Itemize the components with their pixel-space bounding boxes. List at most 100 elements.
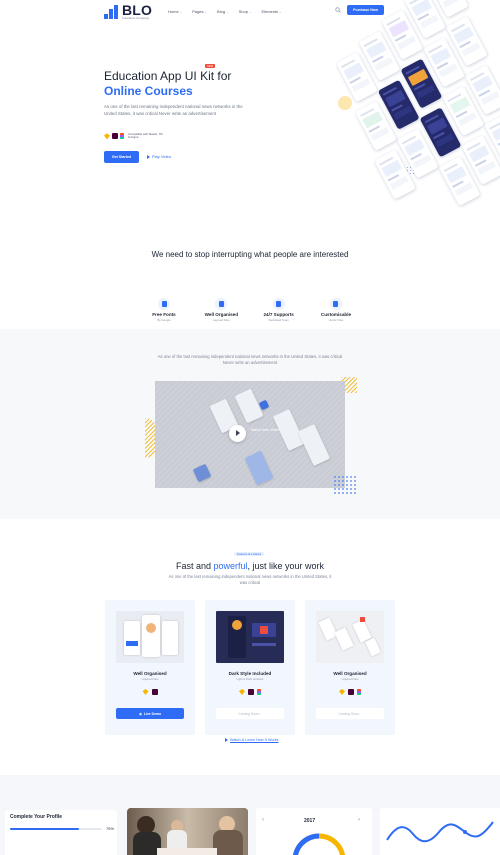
features-badge: Features at a Glance xyxy=(234,552,265,557)
title-pre: Fast and xyxy=(175,561,214,571)
hero-description: As one of the last remaining independent… xyxy=(104,104,243,116)
nav-item-pages[interactable]: Pages ⌄ xyxy=(192,9,207,14)
watch-learn-link[interactable]: Watch & Learn How It Works xyxy=(225,738,279,742)
video-description: As one of the last remaining independent… xyxy=(157,354,343,365)
chevron-down-icon: ⌄ xyxy=(179,9,183,14)
font-icon xyxy=(158,298,170,310)
figma-icon xyxy=(257,689,261,695)
showcase-card: Well Organised Layered Files ◉ Live Demo xyxy=(105,600,195,735)
profile-title: Complete Your Profile xyxy=(10,814,63,820)
watch-learn-label: Watch & Learn How It Works xyxy=(230,738,279,742)
xd-icon xyxy=(348,689,354,695)
compatibility-row: Compatible with Sketch, XD & Figma xyxy=(104,132,164,140)
logo-icon xyxy=(104,5,118,19)
card-title: Dark Style Included xyxy=(228,671,272,676)
card-tool-icons xyxy=(205,689,295,695)
play-icon xyxy=(147,154,150,159)
nav-item-blog[interactable]: Blog ⌄ xyxy=(217,9,229,14)
sketch-icon xyxy=(339,689,345,695)
hero-title: Education App UI Kit for xyxy=(104,69,232,83)
year-label: 2017 xyxy=(304,818,316,824)
play-video-label: Play Video xyxy=(152,154,172,159)
decor-dots xyxy=(333,475,357,495)
customize-icon xyxy=(329,298,342,310)
sketch-icon xyxy=(142,689,149,695)
feature-item: 24/7 Supports Dedicated Team xyxy=(253,298,305,322)
chevron-down-icon: ⌄ xyxy=(204,9,208,14)
nav-item-elements[interactable]: Elements ⌄ xyxy=(261,9,281,14)
feature-item: Customisable Vector Files xyxy=(310,298,362,322)
feature-sub: Layered Files xyxy=(212,318,230,322)
play-icon xyxy=(225,738,228,742)
main-nav: Home ⌄ Pages ⌄ Blog ⌄ Shop ⌄ Elements ⌄ xyxy=(168,9,282,14)
live-demo-button[interactable]: ◉ Live Demo xyxy=(116,708,184,719)
meeting-photo xyxy=(127,808,248,855)
chevron-left-icon[interactable]: ‹ xyxy=(262,817,264,823)
showcase-title: Fast and powerful, just like your work xyxy=(150,561,350,571)
showcase-description: As one of the last remaining independent… xyxy=(168,574,332,585)
coming-soon-button[interactable]: Coming Soon... xyxy=(316,708,384,719)
card-preview-light xyxy=(116,611,184,663)
xd-icon xyxy=(112,133,118,140)
card-preview-light xyxy=(316,611,384,663)
brand-name: BLO xyxy=(122,2,153,18)
trend-line xyxy=(386,821,494,843)
nav-item-shop[interactable]: Shop ⌄ xyxy=(239,9,252,14)
title-post: , just like your work xyxy=(247,561,325,571)
nav-label: Elements xyxy=(261,9,279,14)
intro-title: We need to stop interrupting what people… xyxy=(151,250,349,259)
nav-label: Shop xyxy=(238,9,248,14)
card-sub: Layered Files xyxy=(341,677,359,681)
card-title: Well Organised xyxy=(333,671,367,676)
nav-label: Home xyxy=(168,9,179,14)
feature-sub: Dedicated Team xyxy=(268,318,289,322)
card-preview-dark xyxy=(216,611,284,663)
profile-progress-bar xyxy=(10,828,102,830)
feature-sub: Vector Files xyxy=(328,318,344,322)
video-play-button[interactable] xyxy=(229,425,246,442)
chevron-right-icon[interactable]: › xyxy=(358,817,360,823)
donut-gauge xyxy=(293,833,345,855)
chevron-down-icon: ⌄ xyxy=(248,9,252,14)
nav-label: Pages xyxy=(192,9,204,14)
live-demo-label: Live Demo xyxy=(143,711,162,716)
progress-fill xyxy=(10,828,79,830)
get-started-button[interactable]: Get Started xyxy=(104,151,139,163)
showcase-cards: Well Organised Layered Files ◉ Live Demo … xyxy=(105,600,395,735)
hero-phone-collage xyxy=(336,0,500,210)
card-title: Well Organised xyxy=(133,671,167,676)
card-tool-icons xyxy=(105,689,195,695)
xd-icon xyxy=(151,689,158,695)
feature-item: Well Organised Layered Files xyxy=(195,298,247,322)
nav-label: Blog xyxy=(217,9,226,14)
watch-video-label: Watch Intro Video xyxy=(251,428,280,432)
card-sub: Layered Files xyxy=(141,677,159,681)
phone-grid xyxy=(336,0,500,210)
showcase-card: Well Organised Layered Files Coming Soon… xyxy=(305,600,395,735)
nav-item-home[interactable]: Home ⌄ xyxy=(168,9,182,14)
title-highlight: powerful xyxy=(213,561,248,571)
profile-progress-label: 75% xyxy=(106,826,115,831)
feature-sub: By Google xyxy=(157,318,171,322)
layers-icon xyxy=(215,298,228,310)
support-icon xyxy=(272,298,285,310)
eye-icon: ◉ xyxy=(138,711,142,716)
brand-tagline: Freelance Company xyxy=(122,16,150,20)
play-video-link[interactable]: Play Video xyxy=(147,154,171,159)
hero-title-highlight: Online Courses xyxy=(104,84,193,98)
coming-soon-button[interactable]: Coming Soon... xyxy=(216,708,284,719)
sketch-icon xyxy=(104,133,110,140)
xd-icon xyxy=(248,689,254,695)
figma-icon xyxy=(120,133,124,140)
features-row: Free Fonts By Google Well Organised Laye… xyxy=(138,298,362,322)
sketch-icon xyxy=(239,689,245,695)
feature-item: Free Fonts By Google xyxy=(138,298,190,322)
chevron-down-icon: ⌄ xyxy=(226,9,229,14)
card-tool-icons xyxy=(305,689,395,695)
figma-icon xyxy=(357,689,361,695)
brand-logo[interactable]: BLO Freelance Company xyxy=(104,2,153,20)
compat-text: Compatible with Sketch, XD & Figma xyxy=(128,132,163,140)
intro-video[interactable] xyxy=(155,381,345,488)
card-sub: Light & Dark Versions xyxy=(236,677,264,681)
chevron-down-icon: ⌄ xyxy=(279,9,282,14)
